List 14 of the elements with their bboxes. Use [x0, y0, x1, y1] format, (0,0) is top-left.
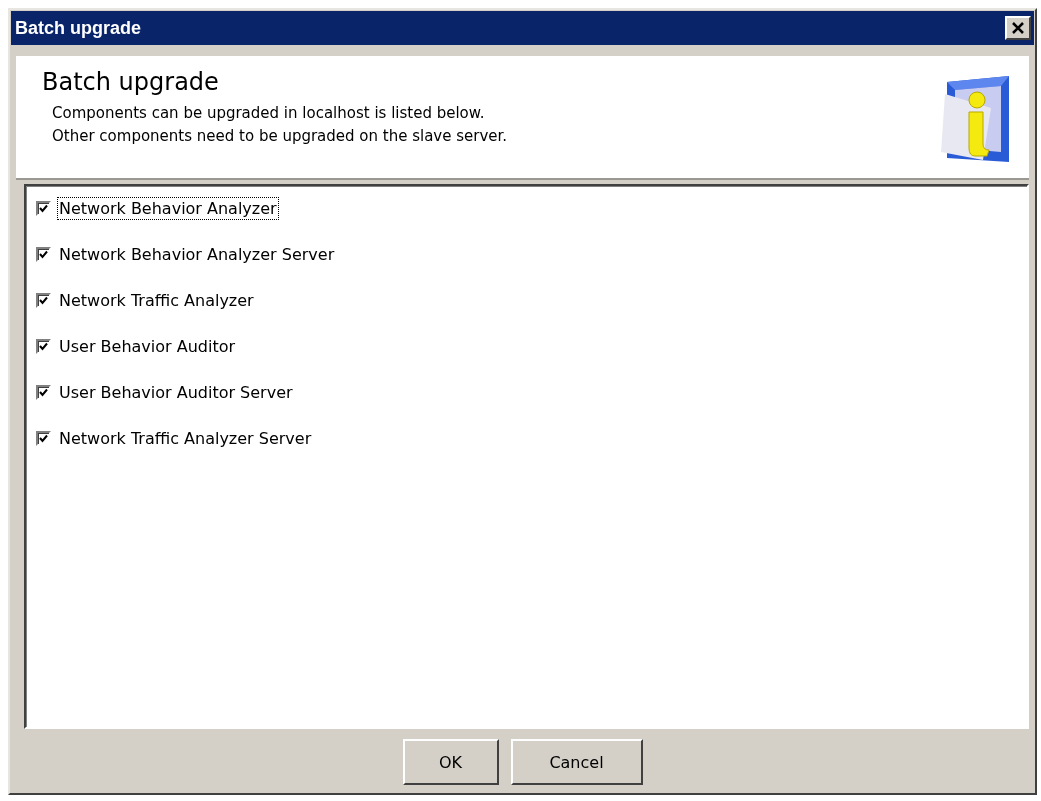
cancel-button[interactable]: Cancel [510, 739, 643, 785]
close-icon [1011, 22, 1025, 34]
component-label[interactable]: User Behavior Auditor [57, 334, 237, 358]
component-label[interactable]: Network Traffic Analyzer Server [57, 426, 314, 450]
component-label[interactable]: Network Behavior Analyzer [57, 196, 279, 220]
component-label[interactable]: Network Behavior Analyzer Server [57, 242, 337, 266]
ok-button[interactable]: OK [402, 739, 499, 785]
component-label[interactable]: User Behavior Auditor Server [57, 380, 295, 404]
header-title: Batch upgrade [42, 68, 220, 96]
header-description: Other components need to be upgraded on the slave server. [52, 126, 508, 147]
header-description: Components can be upgraded in localhost is listed below. [52, 103, 486, 124]
close-button[interactable] [1005, 16, 1031, 40]
component-label[interactable]: Network Traffic Analyzer [57, 288, 256, 312]
window-title: Batch upgrade [15, 17, 142, 39]
